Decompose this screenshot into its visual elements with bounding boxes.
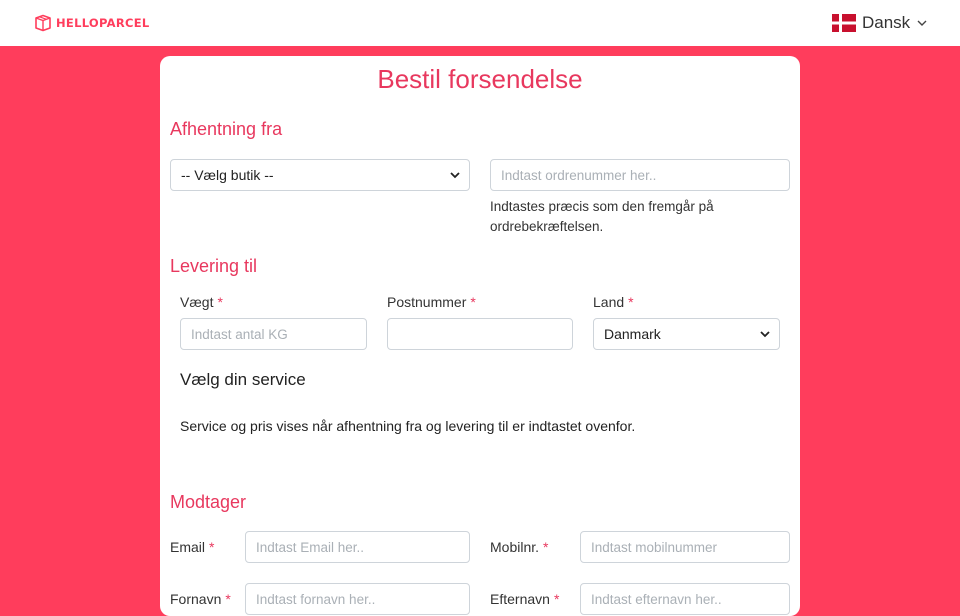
delivery-section-title: Levering til	[170, 256, 258, 276]
required-mark: *	[543, 539, 549, 555]
order-number-help-line1: Indtastes præcis som den fremgår på	[490, 199, 714, 214]
email-input[interactable]	[245, 531, 470, 563]
danish-flag-icon	[832, 14, 856, 32]
order-number-input[interactable]	[490, 159, 790, 191]
postal-code-label: Postnummer *	[387, 294, 476, 310]
lastname-label-text: Efternavn	[490, 591, 550, 607]
chevron-down-icon	[917, 20, 927, 26]
chevron-down-icon	[760, 331, 770, 338]
page-title: Bestil forsendelse	[377, 64, 583, 94]
order-number-help: Indtastes præcis som den fremgår på ordr…	[490, 197, 714, 237]
country-label: Land *	[593, 294, 634, 310]
mobile-input[interactable]	[580, 531, 790, 563]
firstname-label: Fornavn *	[170, 591, 231, 607]
email-label-text: Email	[170, 539, 206, 555]
mobile-label-text: Mobilnr.	[490, 539, 540, 555]
weight-label-text: Vægt	[180, 294, 214, 310]
lastname-label: Efternavn *	[490, 591, 559, 607]
required-mark: *	[217, 294, 223, 310]
chevron-down-icon	[450, 172, 460, 179]
order-form-card: Bestil forsendelse Afhentning fra -- Væl…	[160, 56, 800, 616]
required-mark: *	[470, 294, 476, 310]
required-mark: *	[628, 294, 634, 310]
language-selector[interactable]: Dansk	[832, 12, 928, 34]
required-mark: *	[553, 591, 560, 607]
weight-input[interactable]	[180, 318, 367, 350]
service-info-text: Service og pris vises når afhentning fra…	[180, 418, 636, 434]
country-label-text: Land	[593, 294, 625, 310]
store-select-value: -- Vælg butik --	[181, 167, 274, 183]
order-number-help-line2: ordrebekræftelsen.	[490, 219, 604, 234]
required-mark: *	[225, 591, 231, 607]
parcel-box-icon	[35, 14, 51, 32]
store-select[interactable]: -- Vælg butik --	[170, 159, 470, 191]
weight-label: Vægt *	[180, 294, 223, 310]
mobile-label: Mobilnr. *	[490, 539, 548, 555]
helloparcel-logo[interactable]: HELLOPARCEL	[34, 13, 150, 33]
firstname-label-text: Fornavn	[170, 591, 222, 607]
required-mark: *	[209, 539, 215, 555]
lastname-input[interactable]	[580, 583, 790, 615]
firstname-input[interactable]	[245, 583, 470, 615]
country-select[interactable]: Danmark	[593, 318, 780, 350]
language-label: Dansk	[862, 13, 911, 32]
top-navbar: HELLOPARCEL Dansk	[0, 0, 960, 46]
pickup-section-title: Afhentning fra	[170, 119, 283, 139]
postal-code-label-text: Postnummer	[387, 294, 467, 310]
service-title: Vælg din service	[180, 370, 306, 389]
country-select-value: Danmark	[604, 326, 661, 342]
postal-code-input[interactable]	[387, 318, 573, 350]
email-label: Email *	[170, 539, 214, 555]
logo-text: HELLOPARCEL	[56, 16, 150, 30]
recipient-section-title: Modtager	[170, 492, 247, 512]
